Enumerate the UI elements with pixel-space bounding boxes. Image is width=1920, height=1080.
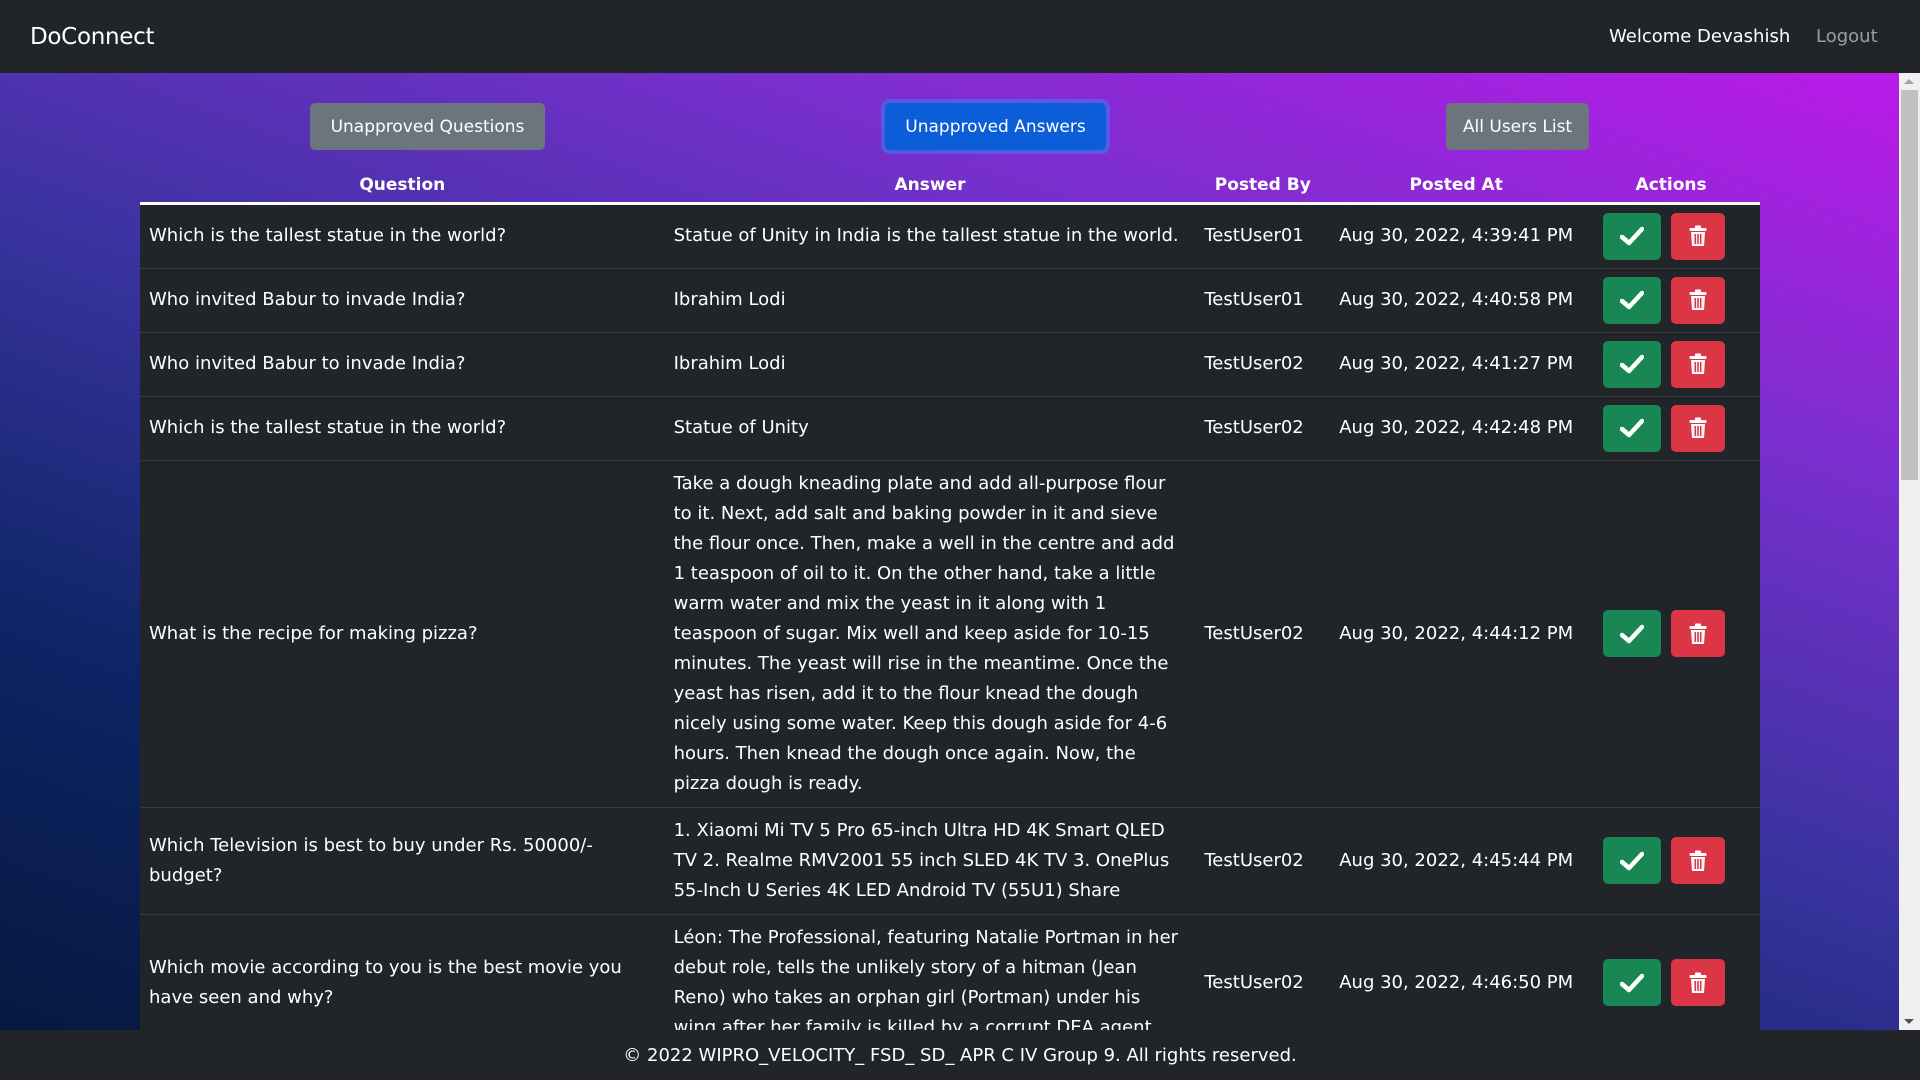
posted-at-cell: Aug 30, 2022, 4:39:41 PM: [1339, 225, 1574, 246]
approve-answer-button[interactable]: [1603, 340, 1662, 388]
question-cell: Which movie according to you is the best…: [149, 956, 622, 1008]
trash-icon: [1689, 623, 1707, 645]
delete-answer-button[interactable]: [1671, 404, 1726, 452]
actions-cell: [1582, 807, 1760, 914]
posted-at-cell: Aug 30, 2022, 4:40:58 PM: [1339, 289, 1574, 310]
posted-at-cell: Aug 30, 2022, 4:45:44 PM: [1339, 849, 1574, 871]
answer-cell: 1. Xiaomi Mi TV 5 Pro 65-inch Ultra HD 4…: [673, 819, 1170, 901]
unapproved-answers-button[interactable]: Unapproved Answers: [885, 103, 1106, 150]
approve-answer-button[interactable]: [1603, 610, 1662, 657]
approve-answer-button[interactable]: [1603, 404, 1662, 452]
posted-by-cell: TestUser02: [1204, 417, 1304, 438]
table-row: Who invited Babur to invade India? Ibrahi…: [140, 332, 1760, 396]
trash-icon: [1689, 972, 1707, 994]
check-icon: [1620, 290, 1645, 310]
unapproved-questions-button[interactable]: Unapproved Questions: [310, 103, 545, 150]
actions-cell: [1582, 268, 1760, 332]
footer: © 2022 WIPRO_VELOCITY_ FSD_ SD_ APR C IV…: [0, 1030, 1920, 1080]
trash-icon: [1689, 225, 1707, 247]
actions-cell: [1582, 203, 1760, 268]
posted-by-cell: TestUser01: [1204, 289, 1304, 310]
admin-content: Unapproved Questions Unapproved Answers …: [0, 73, 1899, 1030]
trash-icon: [1689, 417, 1707, 439]
scrollbar-thumb[interactable]: [1901, 90, 1918, 480]
question-cell: Which Television is best to buy under Rs…: [149, 834, 593, 886]
question-cell: Who invited Babur to invade India?: [149, 353, 466, 374]
table-row: Which is the tallest statue in the world…: [140, 396, 1760, 460]
copyright-text: © 2022 WIPRO_VELOCITY_ FSD_ SD_ APR C IV…: [623, 1044, 1297, 1066]
check-icon: [1620, 973, 1645, 993]
check-icon: [1620, 624, 1645, 644]
header-posted-by: Posted By: [1195, 168, 1331, 205]
posted-by-cell: TestUser02: [1204, 971, 1304, 993]
all-users-list-button[interactable]: All Users List: [1446, 103, 1589, 150]
delete-answer-button[interactable]: [1671, 959, 1726, 1006]
scroll-up-arrow-icon[interactable]: [1904, 79, 1914, 84]
trash-icon: [1689, 289, 1707, 311]
unapproved-answers-table: Question Answer Posted By Posted At Acti…: [140, 168, 1760, 1030]
table-header-row: Question Answer Posted By Posted At Acti…: [140, 168, 1760, 205]
delete-answer-button[interactable]: [1671, 837, 1726, 884]
page-scrollbar[interactable]: [1899, 73, 1920, 1030]
answer-cell: Statue of Unity: [673, 417, 809, 438]
answer-cell: Léon: The Professional, featuring Natali…: [673, 926, 1179, 1031]
answer-cell: Ibrahim Lodi: [673, 289, 786, 310]
approve-answer-button[interactable]: [1603, 276, 1662, 324]
approve-answer-button[interactable]: [1603, 959, 1662, 1006]
table-row: Which movie according to you is the best…: [140, 914, 1760, 1030]
delete-answer-button[interactable]: [1671, 276, 1726, 324]
posted-at-cell: Aug 30, 2022, 4:42:48 PM: [1339, 417, 1574, 438]
header-answer: Answer: [664, 168, 1196, 205]
navbar: DoConnect Welcome Devashish Logout: [0, 0, 1920, 73]
posted-at-cell: Aug 30, 2022, 4:41:27 PM: [1339, 353, 1574, 374]
table-row: Which is the tallest statue in the world…: [140, 203, 1760, 268]
approve-answer-button[interactable]: [1603, 212, 1662, 260]
posted-at-cell: Aug 30, 2022, 4:44:12 PM: [1339, 622, 1574, 644]
trash-icon: [1689, 353, 1707, 375]
check-icon: [1620, 851, 1645, 871]
delete-answer-button[interactable]: [1671, 212, 1726, 260]
logout-link[interactable]: Logout: [1816, 26, 1878, 47]
posted-by-cell: TestUser02: [1204, 622, 1304, 644]
check-icon: [1620, 354, 1645, 374]
answer-cell: Statue of Unity in India is the tallest …: [673, 225, 1179, 246]
actions-cell: [1582, 914, 1760, 1030]
check-icon: [1620, 226, 1645, 246]
header-question: Question: [140, 168, 665, 205]
header-actions: Actions: [1582, 168, 1760, 205]
posted-at-cell: Aug 30, 2022, 4:46:50 PM: [1339, 971, 1574, 993]
posted-by-cell: TestUser02: [1204, 849, 1304, 871]
posted-by-cell: TestUser01: [1204, 225, 1304, 246]
question-cell: Which is the tallest statue in the world…: [149, 225, 507, 246]
trash-icon: [1689, 850, 1707, 872]
delete-answer-button[interactable]: [1671, 340, 1726, 388]
posted-by-cell: TestUser02: [1204, 353, 1304, 374]
table-row: Who invited Babur to invade India? Ibrahi…: [140, 268, 1760, 332]
header-posted-at: Posted At: [1330, 168, 1583, 205]
approve-answer-button[interactable]: [1603, 837, 1662, 884]
brand-logo[interactable]: DoConnect: [30, 24, 154, 50]
delete-answer-button[interactable]: [1671, 610, 1726, 657]
actions-cell: [1582, 332, 1760, 396]
check-icon: [1620, 418, 1645, 438]
question-cell: Who invited Babur to invade India?: [149, 289, 466, 310]
welcome-text: Welcome Devashish: [1609, 26, 1791, 47]
question-cell: Which is the tallest statue in the world…: [149, 417, 507, 438]
answer-cell: Take a dough kneading plate and add all-…: [673, 472, 1175, 794]
table-row: Which Television is best to buy under Rs…: [140, 807, 1760, 914]
scroll-down-arrow-icon[interactable]: [1904, 1019, 1914, 1024]
actions-cell: [1582, 460, 1760, 807]
answer-cell: Ibrahim Lodi: [673, 353, 786, 374]
actions-cell: [1582, 396, 1760, 460]
table-row: What is the recipe for making pizza? Take…: [140, 460, 1760, 807]
question-cell: What is the recipe for making pizza?: [149, 622, 478, 644]
